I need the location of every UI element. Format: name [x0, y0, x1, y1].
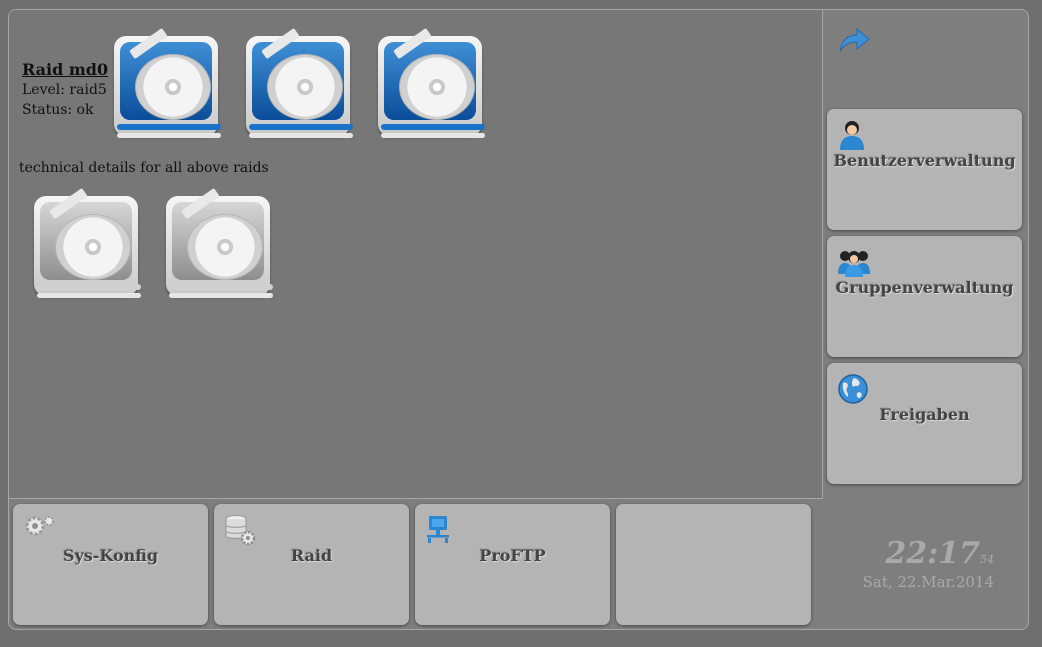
side-menu-label: Benutzerverwaltung [833, 151, 1016, 170]
user-icon [837, 119, 867, 155]
details-caption: technical details for all above raids [19, 160, 269, 176]
raid-level: Level: raid5 [22, 82, 107, 98]
gears-icon [23, 514, 55, 542]
clock-seconds: 54 [980, 553, 994, 566]
redo-arrow-icon[interactable] [837, 27, 871, 57]
clock-time: 22:17 [885, 536, 980, 571]
clock: 22:1754 Sat, 22.Mar.2014 [863, 536, 994, 591]
hard-disk-blue-icon[interactable] [111, 27, 221, 148]
hard-disk-gray-icon[interactable] [163, 187, 273, 308]
nav-benutzerverwaltung[interactable]: Benutzerverwaltung [827, 109, 1022, 230]
nav-proftp[interactable]: ProFTP [415, 504, 610, 625]
hard-disk-blue-icon[interactable] [375, 27, 485, 148]
clock-date: Sat, 22.Mar.2014 [862, 573, 994, 591]
raid-status: Status: ok [22, 102, 94, 118]
nav-gruppenverwaltung[interactable]: Gruppenverwaltung [827, 236, 1022, 357]
nav-sys-konfig[interactable]: Sys-Konfig [13, 504, 208, 625]
side-menu-label: Freigaben [879, 405, 970, 424]
hard-disk-gray-icon[interactable] [31, 187, 141, 308]
hard-disk-blue-icon[interactable] [243, 27, 353, 148]
bottom-menu-label: ProFTP [479, 546, 546, 565]
nav-freigaben[interactable]: Freigaben [827, 363, 1022, 484]
raid-info: Raid md0 Level: raid5 Status: ok [22, 60, 108, 120]
main-panel: Raid md0 Level: raid5 Status: ok technic… [9, 10, 823, 499]
globe-icon [837, 373, 869, 409]
database-gear-icon [224, 514, 256, 550]
group-icon [837, 246, 871, 282]
side-menu-label: Gruppenverwaltung [835, 278, 1014, 297]
bottom-menu-label: Sys-Konfig [62, 546, 159, 565]
app-frame: Raid md0 Level: raid5 Status: ok technic… [8, 9, 1029, 630]
nav-empty-slot[interactable] [616, 504, 811, 625]
nav-raid[interactable]: Raid [214, 504, 409, 625]
network-computer-icon [425, 514, 453, 550]
raid-title[interactable]: Raid md0 [22, 60, 108, 80]
bottom-menu-label: Raid [290, 546, 333, 565]
